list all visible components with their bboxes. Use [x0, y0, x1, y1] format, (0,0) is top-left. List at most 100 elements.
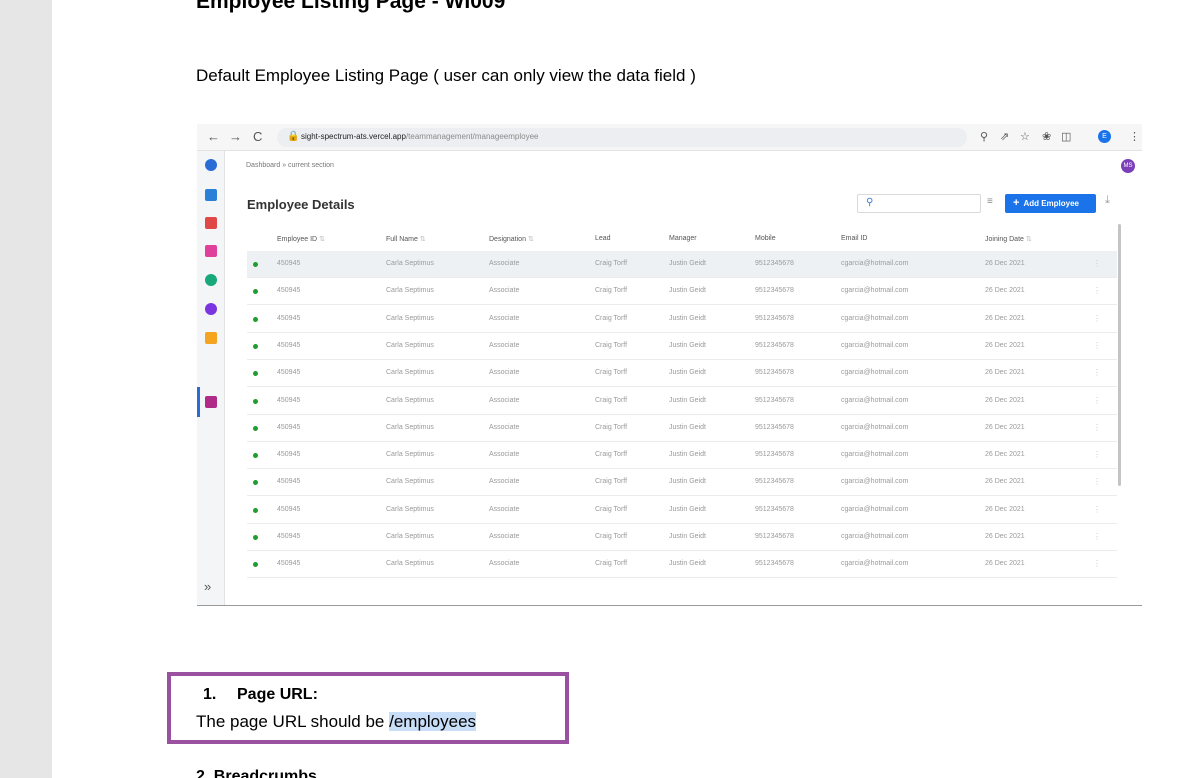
table-cell-mobile: 9512345678 — [755, 260, 794, 267]
column-header[interactable]: Mobile — [755, 235, 776, 242]
table-cell-date: 26 Dec 2021 — [985, 451, 1025, 459]
dashboard-icon[interactable] — [205, 189, 217, 201]
table-row[interactable]: 450945 Carla Septimus Associate Craig Torff… — [247, 524, 1117, 551]
column-header-label: Designation — [489, 236, 526, 243]
table-row[interactable]: 450945 Carla Septimus Associate Craig Torff… — [247, 469, 1117, 497]
status-dot-icon — [253, 343, 258, 349]
row-actions-icon[interactable]: ⋮ — [1093, 396, 1101, 405]
sort-icon[interactable]: ⇅ — [1026, 236, 1032, 243]
table-cell-email: cgarcia@hotmail.com — [841, 423, 909, 431]
table-cell-lead: Craig Torff — [595, 423, 628, 431]
row-actions-icon[interactable]: ⋮ — [1093, 341, 1101, 350]
embedded-screenshot: ← → C 🔒 sight-spectrum-ats.vercel.app/te… — [197, 124, 1142, 606]
profile-avatar[interactable]: E — [1098, 130, 1111, 143]
table-cell-date: 26 Dec 2021 — [985, 505, 1025, 513]
table-cell-name: Carla Septimus — [386, 533, 434, 540]
table-row[interactable]: 450945 Carla Septimus Associate Craig Torff… — [247, 442, 1117, 470]
table-cell-designation: Associate — [489, 423, 520, 431]
reports-icon[interactable] — [205, 303, 217, 315]
row-actions-icon[interactable]: ⋮ — [1093, 368, 1101, 377]
address-bar[interactable]: 🔒 sight-spectrum-ats.vercel.app/teammana… — [277, 128, 967, 147]
column-header[interactable]: Designation ⇅ — [489, 235, 534, 243]
column-header-label: Joining Date — [985, 236, 1024, 243]
sort-icon[interactable]: ⇅ — [319, 236, 325, 243]
row-actions-icon[interactable]: ⋮ — [1093, 477, 1101, 486]
download-icon[interactable]: ⤓ — [1105, 194, 1110, 207]
table-cell-date: 26 Dec 2021 — [985, 369, 1025, 377]
row-actions-icon[interactable]: ⋮ — [1093, 314, 1101, 323]
menu-icon[interactable]: ⋮ — [1129, 130, 1140, 143]
table-row[interactable]: 450945 Carla Septimus Associate Craig Torff… — [247, 251, 1117, 278]
folder-icon[interactable] — [205, 332, 217, 344]
column-header[interactable]: Full Name ⇅ — [386, 235, 426, 243]
table-cell-date: 26 Dec 2021 — [985, 314, 1025, 322]
table-row[interactable]: 450945 Carla Septimus Associate Craig Torff… — [247, 551, 1117, 579]
sidepanel-icon[interactable]: ◫ — [1061, 130, 1071, 143]
filter-icon[interactable]: ≡ — [987, 196, 993, 207]
sort-icon[interactable]: ⇅ — [420, 236, 426, 243]
table-cell-designation: Associate — [489, 533, 520, 540]
breadcrumb[interactable]: Dashboard » current section — [246, 162, 334, 169]
callout-label: Page URL: — [237, 686, 318, 703]
users-icon[interactable] — [205, 274, 217, 286]
row-actions-icon[interactable]: ⋮ — [1093, 559, 1101, 568]
status-dot-icon — [253, 262, 258, 267]
team-management-icon[interactable] — [205, 396, 217, 408]
tasks-icon[interactable] — [205, 245, 217, 257]
table-row[interactable]: 450945 Carla Septimus Associate Craig Torff… — [247, 278, 1117, 306]
table-cell-date: 26 Dec 2021 — [985, 533, 1025, 540]
row-actions-icon[interactable]: ⋮ — [1093, 450, 1101, 459]
table-cell-email: cgarcia@hotmail.com — [841, 341, 909, 349]
table-cell-id: 450945 — [277, 369, 301, 377]
table-cell-date: 26 Dec 2021 — [985, 260, 1025, 267]
table-cell-email: cgarcia@hotmail.com — [841, 287, 909, 295]
table-cell-lead: Craig Torff — [595, 341, 628, 349]
expand-sidebar-icon[interactable]: » — [204, 579, 211, 594]
star-icon[interactable]: ☆ — [1020, 130, 1030, 143]
table-cell-name: Carla Septimus — [386, 505, 434, 513]
add-employee-label: Add Employee — [1023, 199, 1080, 208]
user-avatar[interactable]: MS — [1121, 159, 1135, 173]
row-actions-icon[interactable]: ⋮ — [1093, 532, 1101, 541]
callout-text-highlight: /employees — [389, 712, 477, 731]
forward-icon[interactable]: → — [229, 129, 242, 144]
extensions-icon[interactable]: ❀ — [1042, 130, 1051, 143]
table-row[interactable]: 450945 Carla Septimus Associate Craig Torff… — [247, 497, 1117, 524]
column-header[interactable]: Lead — [595, 235, 611, 242]
table-cell-lead: Craig Torff — [595, 451, 628, 459]
app-logo-icon[interactable] — [205, 159, 217, 171]
row-actions-icon[interactable]: ⋮ — [1093, 259, 1101, 268]
zoom-icon[interactable]: ⚲ — [980, 130, 988, 143]
table-cell-manager: Justin Geidt — [669, 369, 706, 377]
table-cell-date: 26 Dec 2021 — [985, 560, 1025, 568]
back-icon[interactable]: ← — [207, 129, 220, 144]
table-row[interactable]: 450945 Carla Septimus Associate Craig Torff… — [247, 306, 1117, 333]
status-dot-icon — [253, 562, 258, 568]
reload-icon[interactable]: C — [253, 129, 262, 144]
table-row[interactable]: 450945 Carla Septimus Associate Craig Torff… — [247, 333, 1117, 360]
row-actions-icon[interactable]: ⋮ — [1093, 286, 1101, 295]
table-cell-mobile: 9512345678 — [755, 423, 794, 431]
search-input[interactable]: ⚲ — [857, 194, 981, 213]
table-cell-name: Carla Septimus — [386, 560, 434, 568]
table-cell-id: 450945 — [277, 314, 301, 322]
table-row[interactable]: 450945 Carla Septimus Associate Craig Torff… — [247, 360, 1117, 388]
share-icon[interactable]: ⇗ — [1000, 130, 1009, 143]
table-row[interactable]: 450945 Carla Septimus Associate Craig Torff… — [247, 388, 1117, 415]
row-actions-icon[interactable]: ⋮ — [1093, 505, 1101, 514]
column-header[interactable]: Joining Date ⇅ — [985, 235, 1032, 243]
document-paragraph: Default Employee Listing Page ( user can… — [196, 66, 696, 85]
documents-icon[interactable] — [205, 217, 217, 229]
status-dot-icon — [253, 507, 258, 513]
row-actions-icon[interactable]: ⋮ — [1093, 423, 1101, 432]
table-cell-designation: Associate — [489, 287, 520, 295]
table-cell-lead: Craig Torff — [595, 260, 628, 267]
add-employee-button[interactable]: + Add Employee — [1005, 194, 1096, 213]
column-header[interactable]: Manager — [669, 235, 697, 242]
scrollbar[interactable] — [1118, 224, 1121, 486]
column-header[interactable]: Employee ID ⇅ — [277, 235, 325, 243]
url-path: /teammanagement/manageemployee — [405, 132, 539, 141]
sort-icon[interactable]: ⇅ — [528, 236, 534, 243]
column-header[interactable]: Email ID — [841, 235, 867, 242]
table-row[interactable]: 450945 Carla Septimus Associate Craig Torff… — [247, 415, 1117, 442]
